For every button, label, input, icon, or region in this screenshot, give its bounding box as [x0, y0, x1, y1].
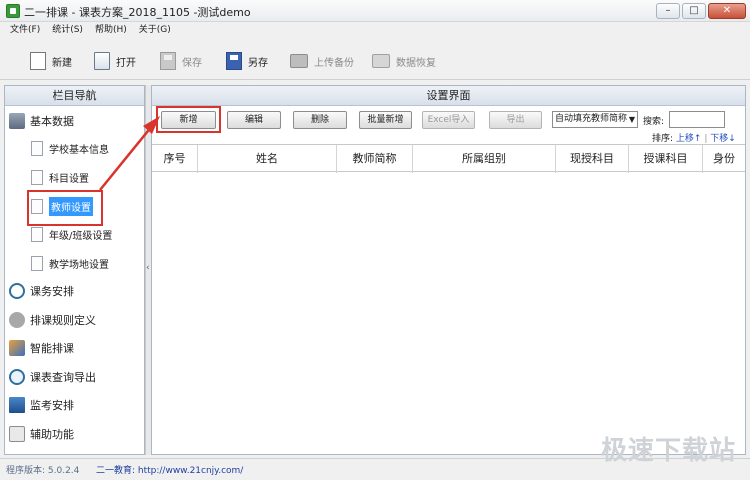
- book-icon: [9, 426, 25, 442]
- save-as-button[interactable]: 另存: [226, 50, 268, 72]
- window-controls: – □ ✕: [656, 3, 746, 19]
- nav-sub-venue-settings[interactable]: 教学场地设置: [31, 253, 109, 273]
- data-restore-label: 数据恢复: [396, 57, 436, 69]
- new-file-icon: [30, 52, 46, 70]
- open-button[interactable]: 打开: [94, 50, 136, 72]
- column-header[interactable]: 授课科目: [629, 145, 703, 173]
- document-icon: [31, 255, 43, 271]
- nav-group-label: 基本数据: [30, 115, 74, 128]
- column-header[interactable]: 身份: [703, 145, 745, 173]
- open-folder-icon: [94, 52, 110, 70]
- new-button[interactable]: 新建: [30, 50, 72, 72]
- toolbar: 新建 打开 保存 另存 上传备份 数据恢复: [0, 40, 750, 80]
- restore-icon: [372, 54, 390, 68]
- database-icon: [9, 113, 25, 129]
- nav-group-auxiliary[interactable]: 辅助功能: [9, 423, 74, 445]
- nav-sub-school-info[interactable]: 学校基本信息: [31, 138, 109, 158]
- new-label: 新建: [52, 57, 72, 69]
- save-label: 保存: [182, 57, 202, 69]
- nav-group-label: 排课规则定义: [30, 314, 96, 327]
- save-as-label: 另存: [248, 57, 268, 69]
- navigation-panel: 栏目导航 基本数据 学校基本信息 科目设置 教师设置 年级/班级设置 教学场地设…: [4, 85, 145, 455]
- menu-about[interactable]: 关于(G): [139, 22, 171, 38]
- open-label: 打开: [116, 57, 136, 69]
- column-header[interactable]: 姓名: [198, 145, 337, 173]
- search-label: 搜索:: [643, 117, 665, 127]
- collapse-arrow-icon[interactable]: ‹: [146, 263, 150, 273]
- nav-group-rule-definition[interactable]: 排课规则定义: [9, 309, 96, 331]
- search-input[interactable]: [669, 111, 725, 128]
- app-icon: [6, 4, 20, 18]
- close-icon: ✕: [722, 5, 732, 16]
- window-title: 二一排课 - 课表方案_2018_1105 -测试demo: [24, 6, 251, 19]
- version-text: 程序版本: 5.0.2.4: [6, 466, 80, 476]
- gear-icon: [9, 312, 25, 328]
- settings-title: 设置界面: [152, 86, 745, 106]
- move-down-link[interactable]: 下移↓: [710, 134, 736, 144]
- sort-label: 排序:: [652, 134, 674, 144]
- delete-button[interactable]: 删除: [293, 111, 347, 129]
- website-link[interactable]: 二一教育: http://www.21cnjy.com/: [96, 463, 243, 476]
- maximize-icon: □: [689, 5, 699, 16]
- nav-group-label: 课务安排: [30, 285, 74, 298]
- excel-import-button[interactable]: Excel导入: [422, 111, 475, 129]
- maximize-button[interactable]: □: [682, 3, 706, 19]
- nav-sub-grade-class-settings[interactable]: 年级/班级设置: [31, 224, 112, 244]
- save-button[interactable]: 保存: [160, 50, 202, 72]
- data-restore-button[interactable]: 数据恢复: [372, 50, 436, 72]
- nav-group-label: 课表查询导出: [30, 371, 96, 384]
- nav-sub-label: 年级/班级设置: [49, 230, 113, 242]
- upload-backup-button[interactable]: 上传备份: [290, 50, 354, 72]
- monitor-icon: [9, 397, 25, 413]
- add-button-highlight: [156, 106, 221, 133]
- fill-mode-select[interactable]: 自动填充教师简称 ▼: [552, 111, 638, 128]
- menu-statistics[interactable]: 统计(S): [52, 22, 83, 38]
- document-icon: [31, 140, 43, 156]
- edit-button[interactable]: 编辑: [227, 111, 281, 129]
- column-header[interactable]: 序号: [152, 145, 198, 173]
- magic-icon: [9, 340, 25, 356]
- nav-group-basic-data[interactable]: 基本数据: [9, 110, 74, 132]
- close-button[interactable]: ✕: [708, 3, 746, 19]
- nav-group-invigilation[interactable]: 监考安排: [9, 394, 74, 416]
- minimize-button[interactable]: –: [656, 3, 680, 19]
- teacher-table-header: 序号 姓名 教师简称 所属组别 现授科目 授课科目 身份: [152, 144, 745, 173]
- sort-controls: 排序: 上移↑ | 下移↓: [652, 131, 736, 144]
- document-icon: [31, 226, 43, 242]
- nav-group-smart-scheduling[interactable]: 智能排课: [9, 337, 74, 359]
- magnifier-icon: [9, 369, 25, 385]
- menu-bar: 文件(F) 统计(S) 帮助(H) 关于(G): [0, 22, 750, 38]
- nav-sub-subject-settings[interactable]: 科目设置: [31, 167, 89, 187]
- dropdown-arrow-icon: ▼: [628, 115, 635, 124]
- nav-sub-label: 科目设置: [49, 173, 89, 185]
- navigation-title: 栏目导航: [5, 86, 144, 106]
- menu-help[interactable]: 帮助(H): [95, 22, 127, 38]
- teacher-settings-highlight: [27, 190, 103, 226]
- export-button[interactable]: 导出: [489, 111, 542, 129]
- watermark: 极速下载站: [600, 436, 736, 466]
- move-up-link[interactable]: 上移↑: [676, 134, 702, 144]
- document-icon: [31, 169, 43, 185]
- fill-mode-value: 自动填充教师简称: [555, 114, 628, 124]
- nav-sub-label: 教学场地设置: [49, 259, 109, 271]
- nav-group-course-arrangement[interactable]: 课务安排: [9, 280, 74, 302]
- nav-sub-label: 学校基本信息: [49, 144, 109, 156]
- title-bar: 二一排课 - 课表方案_2018_1105 -测试demo – □ ✕: [0, 0, 750, 22]
- column-header[interactable]: 教师简称: [337, 145, 413, 173]
- save-as-disk-icon: [226, 52, 242, 70]
- clock-icon: [9, 283, 25, 299]
- column-header[interactable]: 现授科目: [556, 145, 629, 173]
- batch-add-button[interactable]: 批量新增: [359, 111, 412, 129]
- save-disk-icon: [160, 52, 176, 70]
- nav-group-label: 智能排课: [30, 342, 74, 355]
- nav-group-timetable-query[interactable]: 课表查询导出: [9, 366, 96, 388]
- minimize-icon: –: [665, 5, 671, 16]
- nav-group-label: 辅助功能: [30, 428, 74, 441]
- nav-group-label: 监考安排: [30, 399, 74, 412]
- menu-file[interactable]: 文件(F): [10, 22, 40, 38]
- settings-panel: 设置界面 新增 编辑 删除 批量新增 Excel导入 导出 自动填充教师简称 ▼…: [151, 85, 746, 455]
- upload-icon: [290, 54, 308, 68]
- column-header[interactable]: 所属组别: [413, 145, 556, 173]
- upload-backup-label: 上传备份: [314, 57, 354, 69]
